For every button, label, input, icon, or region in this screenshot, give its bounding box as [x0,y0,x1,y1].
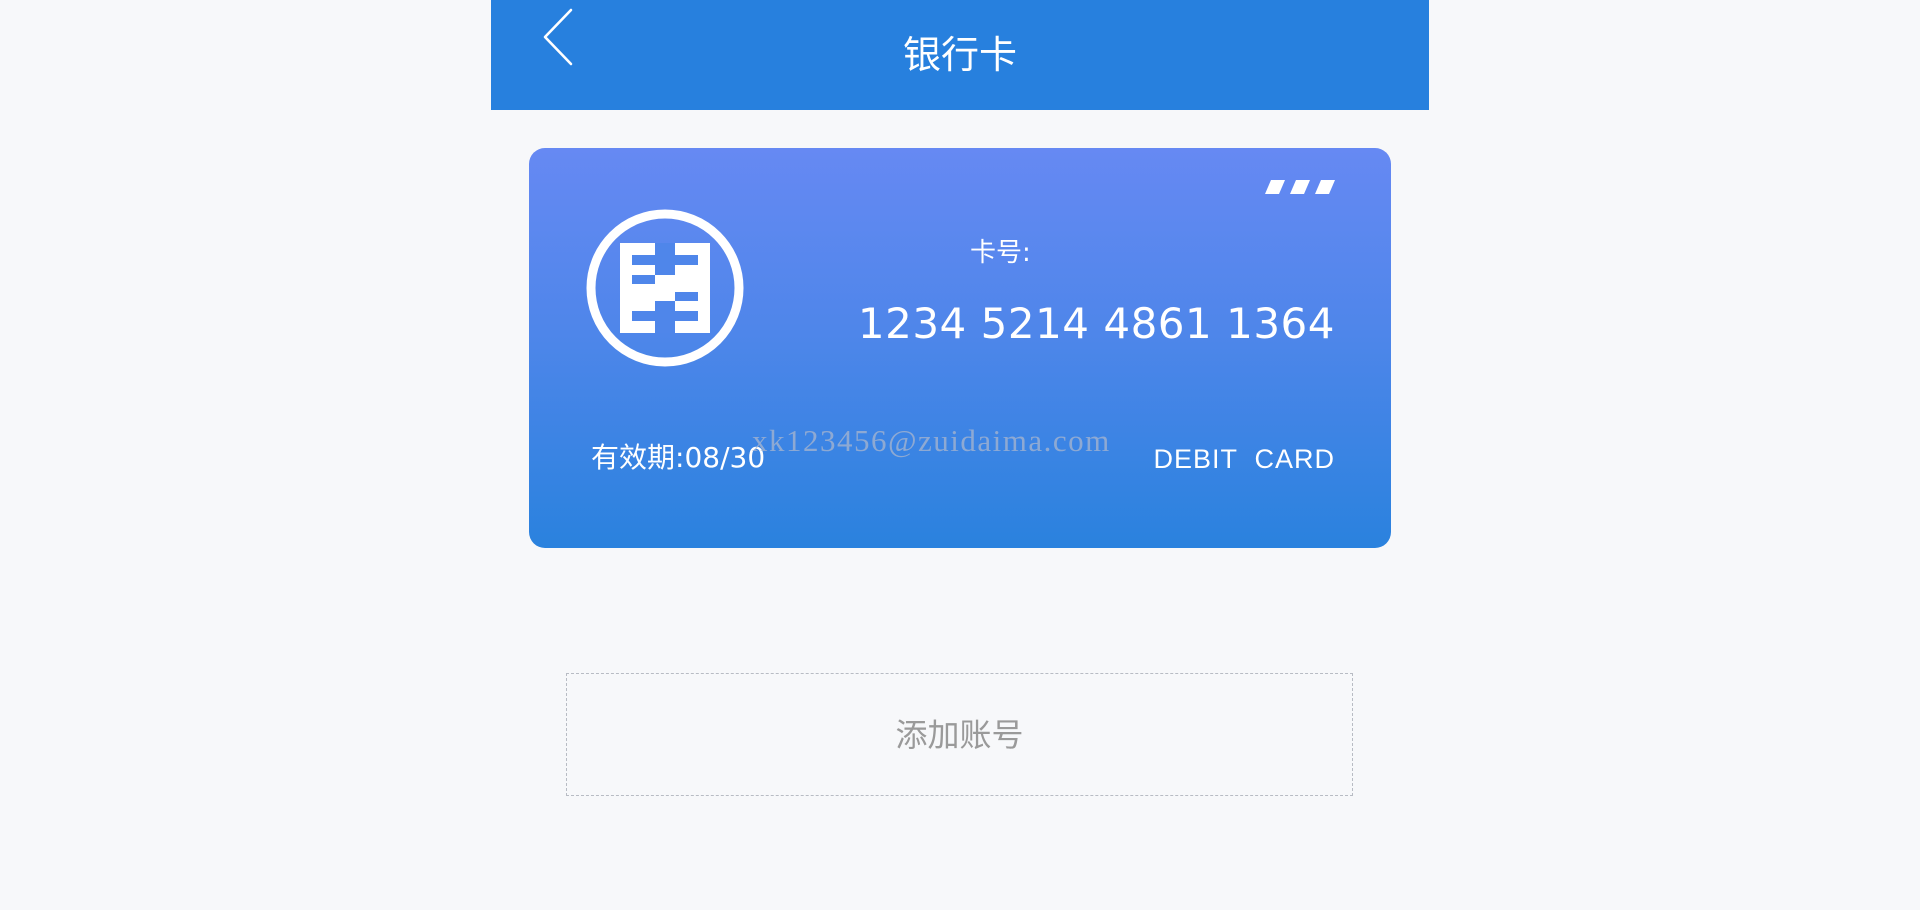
add-account-button[interactable]: 添加账号 [566,673,1353,796]
watermark-text: xk123456@zuidaima.com [752,423,1111,458]
add-account-label: 添加账号 [895,715,1024,754]
bank-card[interactable]: 卡号: 1234 5214 4861 1364 有效期:08/30 DEBIT … [529,148,1391,548]
card-number: 1234 5214 4861 1364 [857,299,1335,348]
page-title: 银行卡 [902,33,1017,77]
expiry-label: 有效期: [591,441,685,474]
expiry-date: 有效期:08/30 [591,440,765,476]
card-type-label: DEBIT CARD [1153,444,1335,474]
icbc-bank-logo-icon [585,208,745,368]
more-icon[interactable] [1265,180,1335,194]
card-number-label: 卡号: [970,238,1031,268]
header-bar: 银行卡 [491,0,1429,110]
